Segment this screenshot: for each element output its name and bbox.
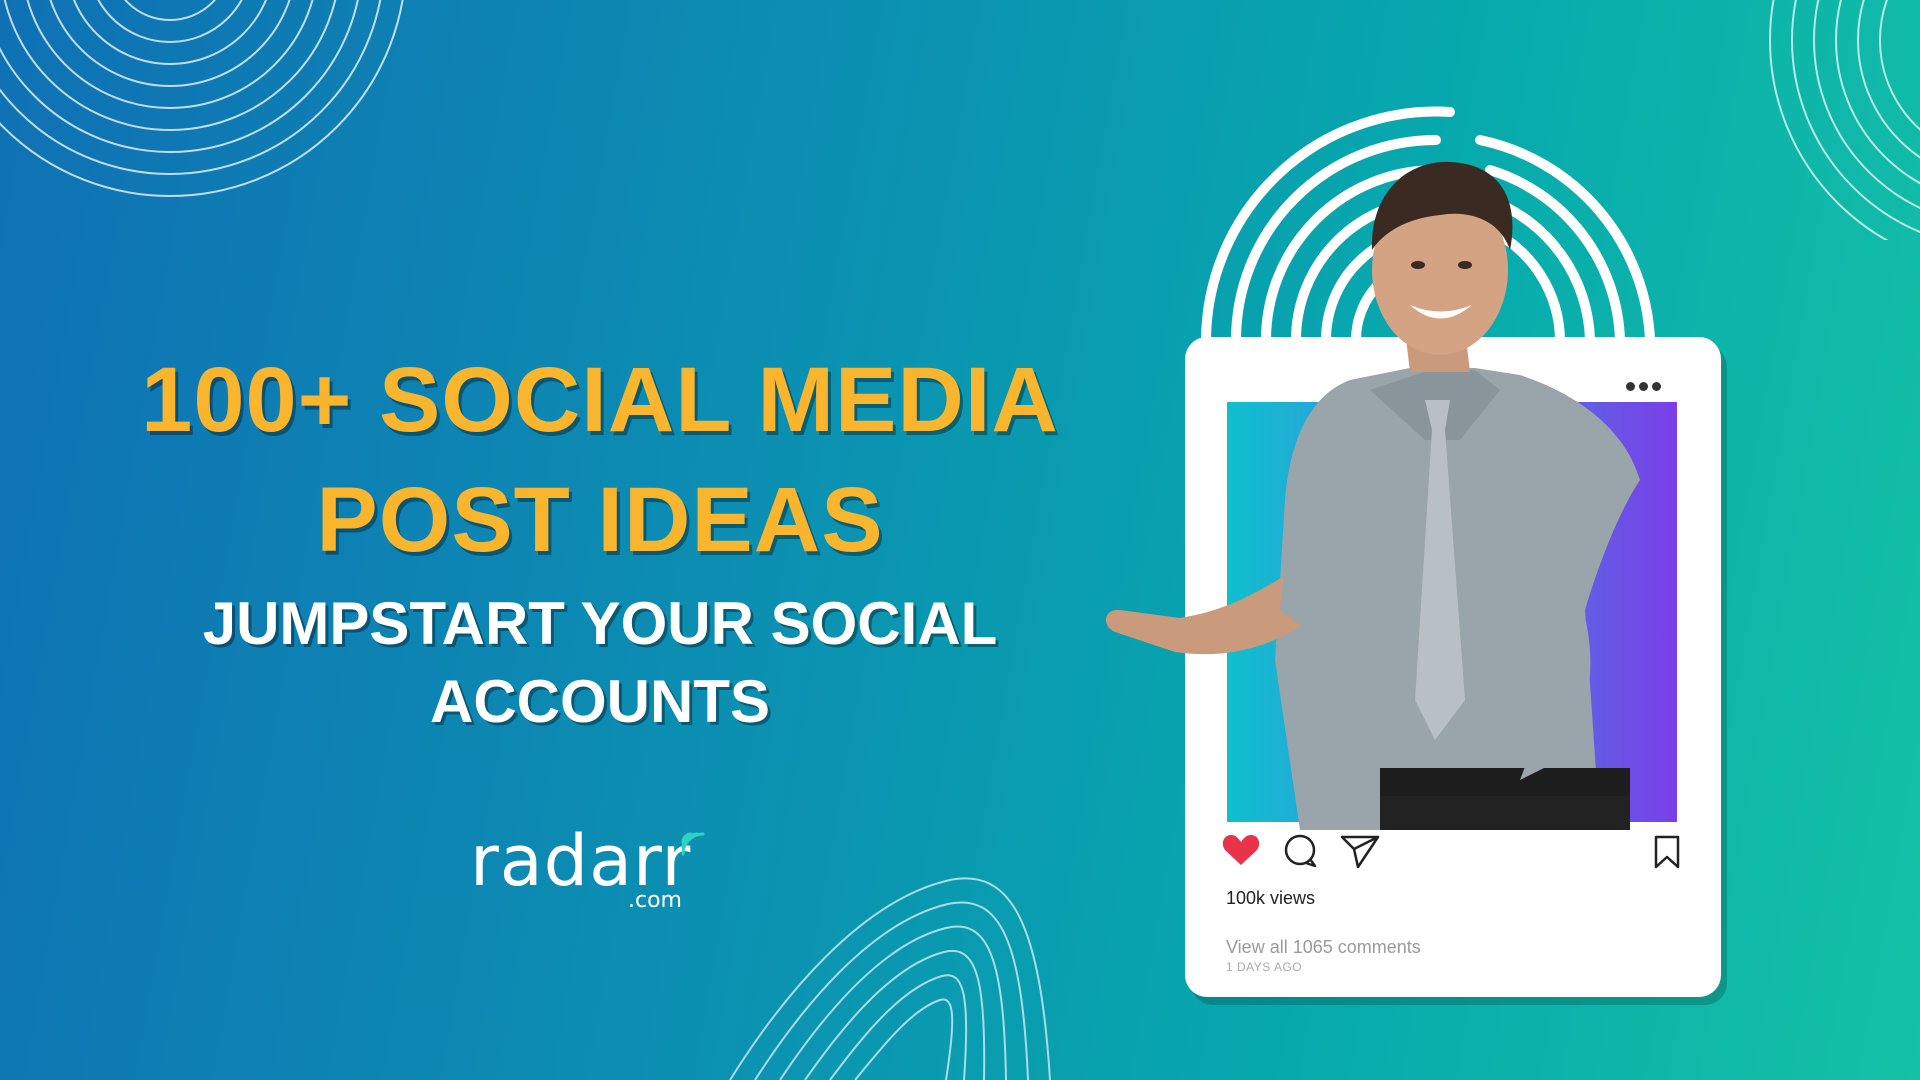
subheadline: JUMPSTART YOUR SOCIAL ACCOUNTS — [90, 585, 1110, 741]
radarr-logo[interactable]: radarr .com — [470, 820, 720, 920]
logo-domain-suffix: .com — [628, 888, 682, 913]
view-comments-link[interactable]: View all 1065 comments — [1226, 937, 1421, 958]
heart-icon[interactable] — [1222, 833, 1260, 867]
post-timestamp: 1 DAYS AGO — [1226, 960, 1303, 974]
presenter-photo — [1105, 161, 1640, 830]
subheadline-line-1: JUMPSTART YOUR SOCIAL — [202, 590, 998, 657]
headline-line-2: POST IDEAS — [316, 469, 884, 571]
bookmark-icon[interactable] — [1652, 835, 1682, 869]
headline-line-1: 100+ SOCIAL MEDIA — [141, 349, 1059, 451]
headline: 100+ SOCIAL MEDIA POST IDEAS — [90, 340, 1110, 580]
views-count: 100k views — [1226, 888, 1316, 908]
signal-icon — [681, 832, 705, 856]
subheadline-line-2: ACCOUNTS — [430, 668, 770, 735]
send-icon[interactable] — [1340, 833, 1380, 869]
comment-icon[interactable] — [1282, 833, 1318, 869]
